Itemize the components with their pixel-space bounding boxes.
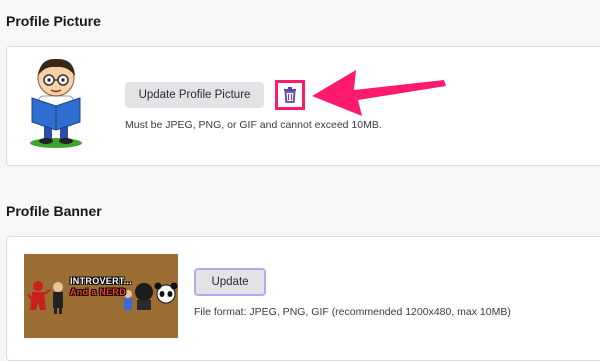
banner-text-line1: INTROVERT... — [70, 276, 133, 286]
profile-banner-hint: File format: JPEG, PNG, GIF (recommended… — [194, 306, 511, 318]
banner-text-line2: And a NERD — [70, 287, 127, 297]
update-banner-button[interactable]: Update — [194, 268, 266, 296]
profile-banner-title: Profile Banner — [6, 203, 102, 219]
delete-profile-picture-button[interactable] — [275, 80, 305, 110]
trash-icon — [284, 87, 296, 103]
profile-picture-hint: Must be JPEG, PNG, or GIF and cannot exc… — [125, 119, 382, 131]
update-profile-picture-button[interactable]: Update Profile Picture — [125, 82, 264, 108]
profile-picture-title: Profile Picture — [6, 13, 101, 29]
banner-text: INTROVERT... And a NERD — [70, 276, 132, 298]
banner-image: INTROVERT... And a NERD — [24, 254, 178, 338]
arrow-icon — [312, 70, 446, 116]
avatar — [30, 58, 82, 148]
